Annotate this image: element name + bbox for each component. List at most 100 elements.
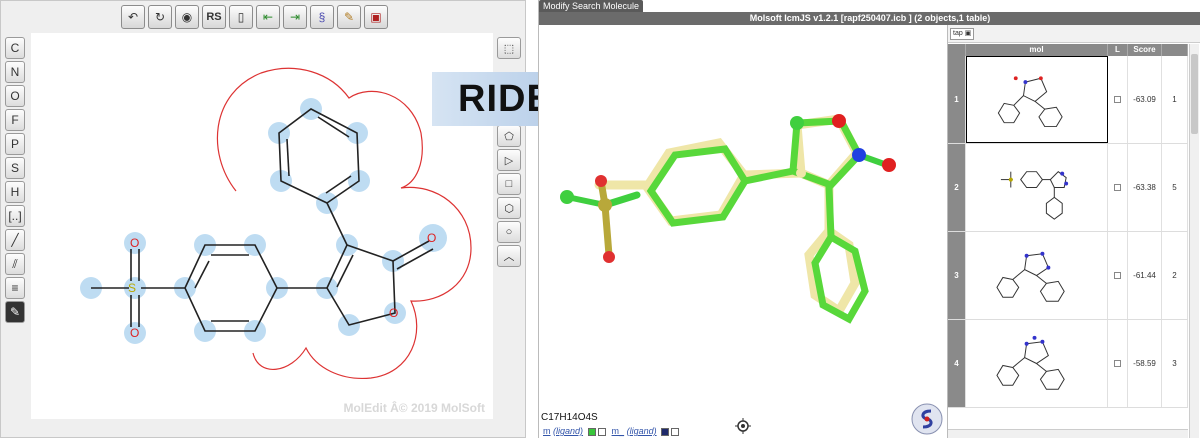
mol-thumbnail [966, 232, 1108, 319]
col-index-header[interactable] [948, 44, 966, 56]
rs-button[interactable]: RS [202, 5, 226, 29]
table-row[interactable]: 3 -61.44 2 [948, 232, 1188, 320]
mol-thumbnail [966, 320, 1108, 407]
import-button[interactable]: ⇤ [256, 5, 280, 29]
undo-button[interactable]: ↶ [121, 5, 145, 29]
object-item-1[interactable]: m (ligand) [543, 426, 606, 436]
molecular-formula: C17H14O4S [541, 412, 598, 423]
target-icon: ◉ [181, 10, 193, 24]
col-score-header[interactable]: Score [1128, 44, 1162, 56]
atom-p-button[interactable]: P [5, 133, 25, 155]
icm-panel: Modify Search Molecule Molsoft IcmJS v1.… [538, 0, 1200, 438]
structure-thumbnail-3 [996, 251, 1065, 302]
recenter-icon[interactable] [735, 418, 751, 434]
icm-title: Molsoft IcmJS v1.2.1 [rapf250407.icb ] (… [539, 12, 1200, 25]
document-button[interactable]: ▯ [229, 5, 253, 29]
score-cell: -61.44 [1128, 232, 1162, 319]
molsoft-logo-icon [911, 403, 943, 435]
book-button[interactable]: ▣ [364, 5, 388, 29]
chain-icon: ︿ [503, 251, 515, 263]
row-4-checkbox[interactable] [1114, 360, 1121, 367]
table-vertical-scrollbar[interactable] [1189, 44, 1199, 438]
edit-icon: ✎ [343, 10, 355, 24]
document-icon: ▯ [237, 10, 245, 24]
atom-f-button[interactable]: F [5, 109, 25, 131]
table-row[interactable]: 1 -63.09 1 [948, 56, 1188, 144]
ligand-3d-render [560, 114, 896, 324]
table-header: mol L Score [948, 44, 1188, 56]
viewer-3d[interactable] [539, 25, 947, 438]
molsoft-icon: § [318, 10, 326, 24]
atom-c-button[interactable]: C [5, 37, 25, 59]
moledit-watermark: MolEdit Â© 2019 MolSoft [343, 401, 485, 415]
row-3-checkbox[interactable] [1114, 272, 1121, 279]
chain-button[interactable]: ︿ [497, 245, 521, 267]
row-1-checkbox[interactable] [1114, 96, 1121, 103]
score-cell: -63.09 [1128, 56, 1162, 143]
square-button[interactable]: □ [497, 173, 521, 195]
structure-thumbnail-1 [997, 76, 1063, 128]
score-cell: -63.38 [1128, 144, 1162, 231]
edit-button[interactable]: ✎ [337, 5, 361, 29]
double-bond-button[interactable]: ⫽ [5, 253, 25, 275]
col-mol-header[interactable]: mol [966, 44, 1108, 56]
triangle-icon: ▷ [504, 154, 514, 167]
pencil-icon: ✎ [9, 305, 21, 319]
book-icon: ▣ [370, 10, 382, 24]
single-bond-icon: ╱ [11, 233, 19, 247]
hexagon-button[interactable]: ⬡ [497, 197, 521, 219]
rs-label: RS [206, 11, 222, 23]
object-2-select-toggle[interactable] [671, 427, 680, 436]
bonds [91, 108, 434, 332]
mol-thumbnail [966, 144, 1108, 231]
hexagon-icon: ⬡ [504, 202, 514, 215]
score-cell: -58.59 [1128, 320, 1162, 407]
row-2-checkbox[interactable] [1114, 184, 1121, 191]
tab-table[interactable]: tap ▣ [950, 28, 975, 40]
redo-icon: ↻ [154, 10, 166, 24]
table-tab-icon: ▣ [964, 30, 972, 37]
molecule-2d-drawing: S O O O O [80, 67, 472, 380]
oxygen-label-1: O [130, 236, 139, 250]
atom-n-button[interactable]: N [5, 61, 25, 83]
oxygen-label-4: O [427, 231, 436, 245]
scrollbar-thumb[interactable] [1191, 54, 1198, 134]
redo-button[interactable]: ↻ [148, 5, 172, 29]
atom-s-button[interactable]: S [5, 157, 25, 179]
oxygen-label-3: O [389, 306, 398, 320]
target-button[interactable]: ◉ [175, 5, 199, 29]
heptagon-button[interactable]: ○ [497, 221, 521, 243]
moledit-canvas[interactable]: S O O O O [31, 33, 493, 419]
square-icon: □ [505, 178, 513, 190]
object-item-2[interactable]: m_ (ligand) [612, 426, 680, 436]
col-extra-header[interactable] [1162, 44, 1188, 56]
atom-tools: C N O F P S H [..] ╱ ⫽ ≡ ✎ [5, 37, 25, 323]
export-button[interactable]: ⇥ [283, 5, 307, 29]
object-1-select-toggle[interactable] [597, 427, 606, 436]
table-row[interactable]: 4 -58.59 3 [948, 320, 1188, 408]
ligand-green [564, 117, 890, 324]
table-row[interactable]: 2 -63.38 5 [948, 144, 1188, 232]
col-l-header[interactable]: L [1108, 44, 1128, 56]
object-2-visible-toggle[interactable] [661, 427, 670, 436]
object-1-visible-toggle[interactable] [587, 427, 596, 436]
table-tabbar: tap ▣ [948, 25, 1200, 43]
object-list: m (ligand) m_ (ligand) [543, 426, 680, 436]
double-bond-icon: ⫽ [12, 256, 18, 271]
molsoft-button[interactable]: § [310, 5, 334, 29]
sulfur-label: S [128, 281, 136, 295]
pencil-button[interactable]: ✎ [5, 301, 25, 323]
single-bond-button[interactable]: ╱ [5, 229, 25, 251]
table-body: 1 -63.09 1 2 -63.38 5 3 -61.44 2 4 -58.5… [948, 56, 1188, 408]
results-table-pane: tap ▣ ⚒ ▦ mol L Score 1 [947, 25, 1200, 438]
triple-bond-icon: ≡ [11, 281, 19, 295]
triple-bond-button[interactable]: ≡ [5, 277, 25, 299]
tab-modify-search-molecule[interactable]: Modify Search Molecule [539, 0, 644, 12]
table-horizontal-scrollbar[interactable] [948, 429, 1188, 438]
oxygen-label-2: O [130, 326, 139, 340]
atom-h-button[interactable]: H [5, 181, 25, 203]
atom-list-button[interactable]: [..] [5, 205, 25, 227]
composite-figure: ↶ ↻ ◉ RS ▯ ⇤ ⇥ § ✎ ▣ C N O F P S H [..] … [0, 0, 1200, 438]
undo-icon: ↶ [127, 10, 139, 24]
atom-o-button[interactable]: O [5, 85, 25, 107]
